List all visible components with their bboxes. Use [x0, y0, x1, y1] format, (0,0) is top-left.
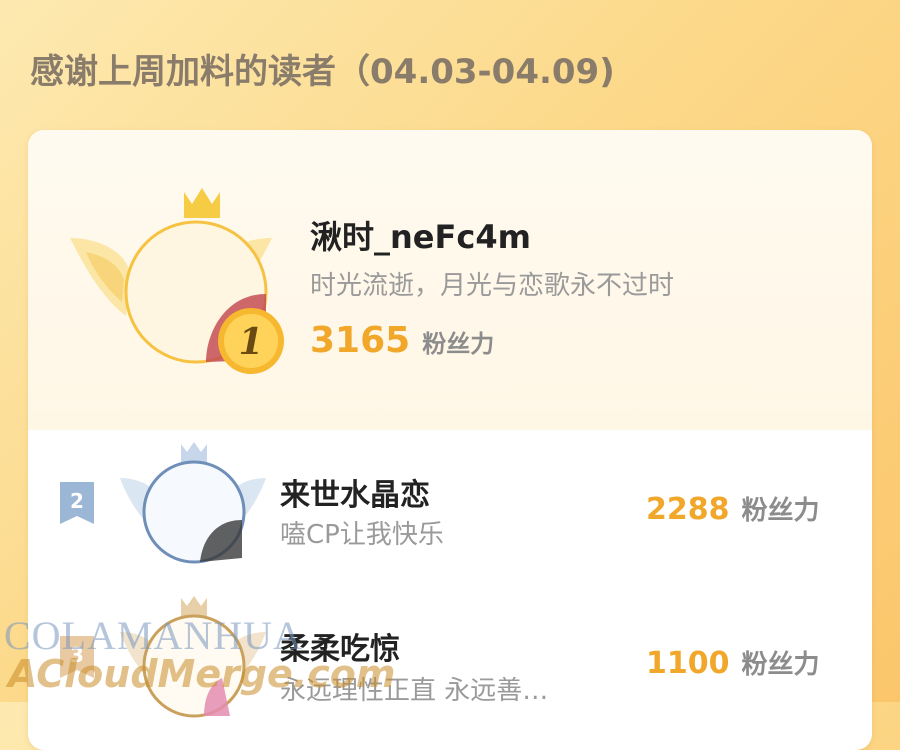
- page-title: 感谢上周加料的读者（04.03-04.09): [30, 52, 615, 92]
- first-place-score: 3165 粉丝力: [310, 320, 494, 361]
- second-place-score-value: 2288: [646, 492, 730, 527]
- rank-2-badge-icon: 2: [60, 482, 94, 524]
- ranking-card: 1 湫时_neFc4m 时光流逝，月光与恋歌永不过时 3165 粉丝力 2 来世水…: [28, 130, 872, 750]
- second-place-score-unit: 粉丝力: [741, 496, 820, 526]
- first-place-bio: 时光流逝，月光与恋歌永不过时: [310, 271, 675, 301]
- first-place-score-unit: 粉丝力: [422, 330, 495, 358]
- third-place-bio: 永远理性正直 永远善…: [280, 676, 549, 706]
- first-place-score-value: 3165: [310, 320, 411, 361]
- gold-medal-icon: 1: [218, 308, 284, 374]
- third-place-score: 1100 粉丝力: [646, 644, 820, 681]
- bronze-laurel-frame-icon: [120, 596, 266, 718]
- second-place-score: 2288 粉丝力: [646, 490, 820, 527]
- third-place-avatar[interactable]: [118, 592, 268, 722]
- silver-laurel-frame-icon: [120, 442, 266, 564]
- second-place-bio: 嗑CP让我快乐: [280, 520, 444, 550]
- second-place-avatar[interactable]: [118, 438, 268, 568]
- third-place-name[interactable]: 柔柔吃惊: [280, 624, 400, 668]
- rank-number-3: 3: [70, 643, 84, 667]
- second-place-name[interactable]: 来世水晶恋: [280, 470, 430, 514]
- third-place-score-value: 1100: [646, 646, 730, 681]
- first-place-name[interactable]: 湫时_neFc4m: [310, 212, 531, 258]
- rank-number-1: 1: [238, 321, 263, 363]
- third-place-score-unit: 粉丝力: [741, 650, 820, 680]
- rank-number-2: 2: [70, 489, 84, 513]
- rank-3-badge-icon: 3: [60, 636, 94, 678]
- first-place-avatar[interactable]: 1: [66, 182, 284, 374]
